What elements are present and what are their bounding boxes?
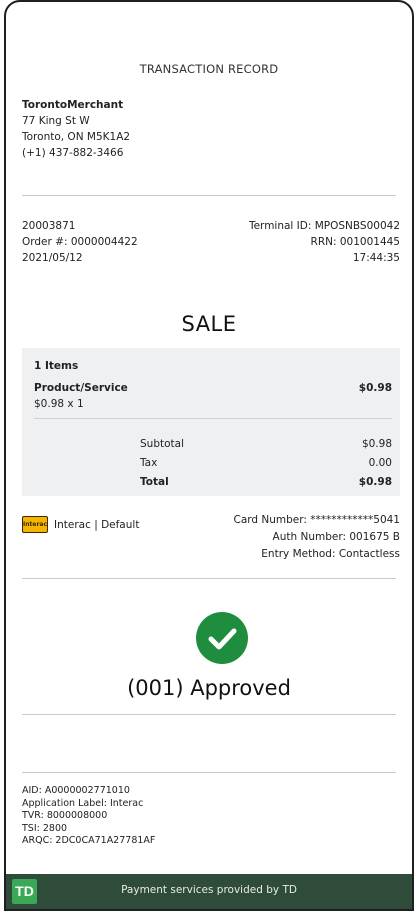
checkmark-icon [196, 612, 248, 664]
entry-method: Entry Method: Contactless [261, 548, 400, 560]
items-count: 1 Items [34, 360, 79, 372]
arqc: ARQC: 2DC0CA71A27781AF [22, 835, 156, 846]
card-brand-label: Interac | Default [54, 518, 140, 531]
total-value: $0.98 [358, 476, 392, 488]
tax-value: 0.00 [368, 457, 392, 469]
sale-heading: SALE [181, 312, 237, 336]
receipt-frame: TRANSACTION RECORD TorontoMerchant 77 Ki… [4, 0, 414, 911]
divider [22, 772, 396, 773]
application-label: Application Label: Interac [22, 797, 144, 809]
receipt-title: TRANSACTION RECORD [139, 62, 279, 76]
card-brand: Interac Interac | Default [22, 516, 139, 533]
merchant-info: TorontoMerchant 77 King St W Toronto, ON… [22, 97, 130, 161]
divider [22, 195, 396, 196]
order-number: Order #: 0000004422 [22, 236, 138, 248]
approval-status: (001) Approved [127, 676, 291, 700]
tsi: TSI: 2800 [22, 822, 68, 834]
rrn: RRN: 001001445 [310, 236, 400, 248]
card-number: Card Number: ************5041 [233, 514, 401, 526]
merchant-address-line2: Toronto, ON M5K1A2 [22, 131, 131, 143]
transaction-date: 2021/05/12 [22, 252, 83, 264]
tvr: TVR: 8000008000 [22, 810, 108, 821]
tax-label: Tax [140, 457, 158, 469]
transaction-time: 17:44:35 [352, 252, 400, 264]
divider [22, 578, 396, 579]
merchant-address-line1: 77 King St W [22, 115, 90, 127]
merchant-id: 20003871 [22, 220, 76, 232]
total-label: Total [140, 476, 169, 488]
terminal-id: Terminal ID: MPOSNBS00042 [248, 220, 400, 232]
product-price: $0.98 [358, 382, 392, 394]
items-summary: 1 Items Product/Service $0.98 $0.98 x 1 … [22, 348, 400, 496]
items-divider [34, 418, 392, 419]
aid: AID: A0000002771010 [22, 785, 130, 796]
emv-details: AID: A0000002771010 Application Label: I… [22, 785, 155, 848]
footer-bar: TD Payment services provided by TD [6, 874, 412, 909]
merchant-name: TorontoMerchant [22, 99, 124, 111]
card-details: Card Number: ************5041 Auth Numbe… [234, 512, 401, 563]
subtotal-value: $0.98 [361, 438, 392, 450]
merchant-phone: (+1) 437-882-3466 [22, 147, 124, 159]
total-row: Total $0.98 [140, 476, 392, 488]
subtotal-label: Subtotal [140, 438, 184, 450]
auth-number: Auth Number: 001675 B [272, 531, 400, 543]
product-label: Product/Service [34, 382, 128, 394]
divider [22, 714, 396, 715]
tax-row: Tax 0.00 [140, 457, 392, 469]
footer-text: Payment services provided by TD [121, 884, 297, 896]
subtotal-row: Subtotal $0.98 [140, 438, 392, 450]
interac-icon: Interac [22, 516, 48, 533]
transaction-meta-right: Terminal ID: MPOSNBS00042 RRN: 001001445… [249, 218, 400, 266]
transaction-meta-left: 20003871 Order #: 0000004422 2021/05/12 [22, 218, 138, 266]
product-quantity: $0.98 x 1 [34, 398, 84, 410]
